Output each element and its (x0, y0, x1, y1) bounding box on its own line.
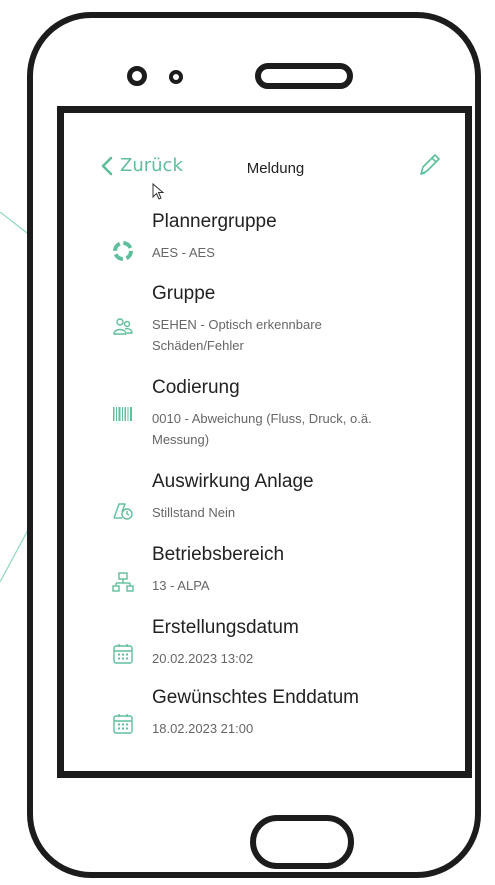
field-label: Gruppe (152, 283, 216, 304)
pencil-icon[interactable] (416, 151, 442, 179)
calendar-icon (113, 644, 133, 664)
sensor-icon (169, 70, 183, 84)
page-title: Meldung (246, 160, 305, 177)
field-label: Codierung (152, 377, 240, 398)
field-value: 18.02.2023 21:00 (152, 721, 254, 736)
field-value: SEHEN - Optisch erkennbare Schäden/Fehle… (152, 317, 322, 353)
field-value: 13 - ALPA (152, 578, 210, 593)
speaker-icon (255, 63, 353, 89)
navbar: Zurück Meldung (64, 113, 465, 193)
field-label: Betriebsbereich (152, 544, 285, 565)
field-value: Stillstand Nein (152, 505, 236, 520)
field-value: AES - AES (152, 245, 215, 260)
group-icon (113, 318, 133, 335)
home-button[interactable] (250, 815, 354, 869)
circle-dashed-icon (113, 241, 133, 261)
field-label: Auswirkung Anlage (152, 471, 314, 492)
mouse-cursor-icon (152, 183, 165, 200)
field-value: 20.02.2023 13:02 (152, 651, 254, 666)
field-value: 0010 - Abweichung (Fluss, Druck, o.ä. Me… (152, 411, 372, 447)
barcode-icon (113, 407, 132, 421)
camera-icon (127, 66, 147, 86)
field-label: Erstellungsdatum (152, 617, 299, 638)
phone-screen: Zurück Meldung Plannergruppe AES - AES G… (57, 106, 472, 778)
calendar-icon (113, 714, 133, 734)
field-label: Plannergruppe (152, 211, 277, 232)
hierarchy-icon (112, 572, 134, 592)
impact-icon (113, 503, 133, 520)
field-label: Gewünschtes Enddatum (152, 687, 360, 708)
